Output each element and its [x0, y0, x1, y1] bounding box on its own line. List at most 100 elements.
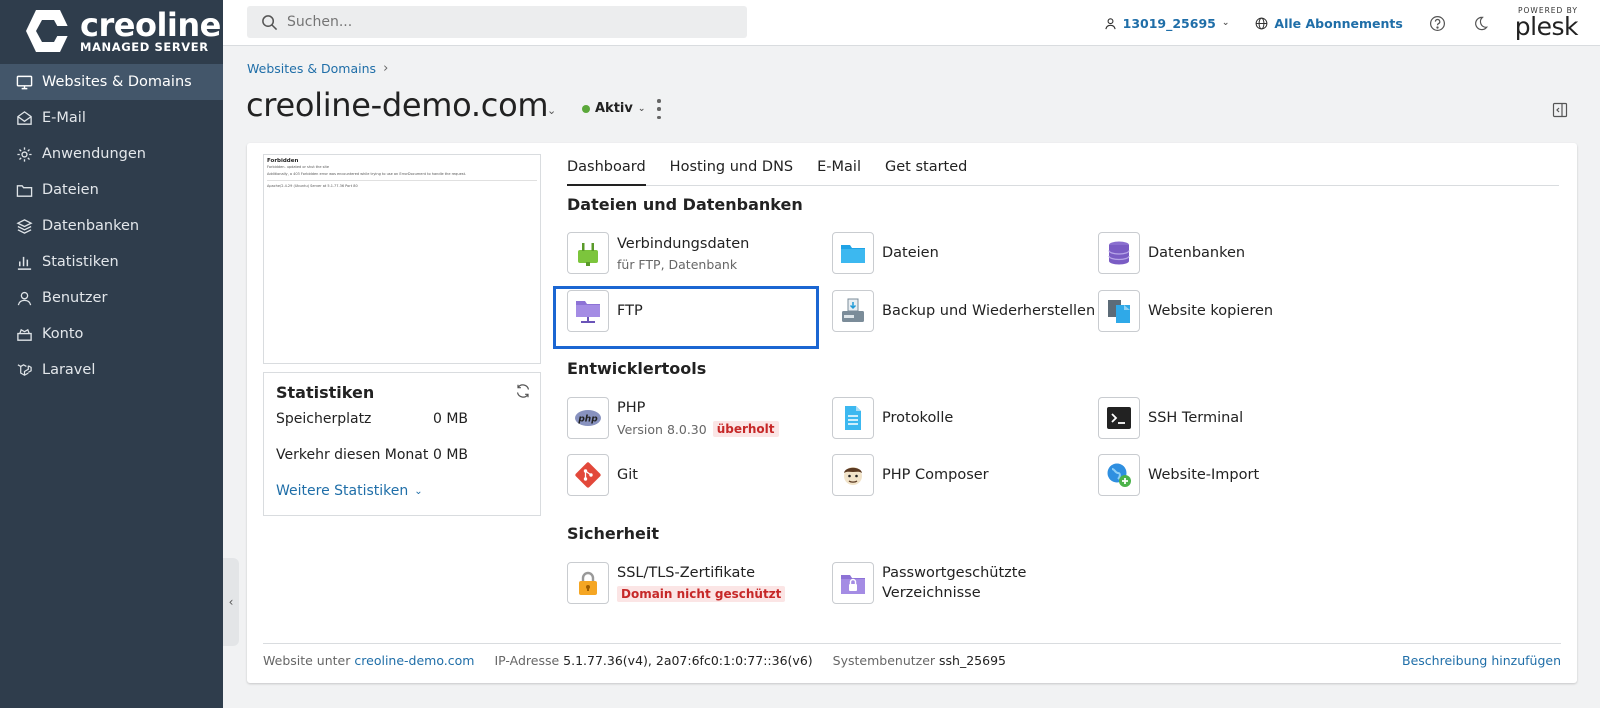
tool-protokolle[interactable]: Protokolle [832, 397, 953, 439]
tool-ssl-tls[interactable]: SSL/TLS-Zertifikate Domain nicht geschüt… [567, 562, 786, 604]
ip-value: 5.1.77.36(v4), 2a07:6fc0:1:0:77::36(v6) [563, 653, 813, 668]
tool-name: Datenbanken [1148, 244, 1246, 261]
tool-icon-box [832, 562, 874, 604]
more-actions-button[interactable] [654, 99, 664, 119]
sysuser-label: Systembenutzer [832, 653, 936, 668]
tool-name: Passwortgeschützte [882, 564, 1027, 581]
tool-datenbanken[interactable]: Datenbanken [1098, 232, 1245, 274]
card-footer: Website unter creoline-demo.com IP-Adres… [263, 643, 1561, 668]
sidebar-item-anwendungen[interactable]: Anwendungen [0, 136, 223, 172]
stat-label: Speicherplatz [276, 411, 372, 427]
stats-panel: Statistiken Speicherplatz 0 MB Verkehr d… [263, 372, 541, 516]
tab-bar: Dashboard Hosting und DNS E-Mail Get sta… [567, 156, 1559, 186]
search-box[interactable] [247, 6, 747, 38]
tool-name: Verbindungsdaten [617, 235, 750, 252]
tool-name: Website kopieren [1148, 302, 1274, 319]
tool-name: SSH Terminal [1148, 409, 1244, 426]
sidebar-item-email[interactable]: E-Mail [0, 100, 223, 136]
tool-php[interactable]: php PHP Version 8.0.30 überholt [567, 397, 779, 439]
tool-ssh-terminal[interactable]: SSH Terminal [1098, 397, 1243, 439]
stat-row: Verkehr diesen Monat 0 MB [276, 447, 528, 483]
tool-name: Website-Import [1148, 466, 1260, 483]
import-icon [1107, 463, 1131, 487]
tool-name: SSL/TLS-Zertifikate [617, 565, 756, 581]
sidebar-item-dateien[interactable]: Dateien [0, 172, 223, 208]
tool-password-protected-dirs[interactable]: Passwortgeschützte Verzeichnisse [832, 562, 1026, 604]
sidebar-collapse-button[interactable]: ‹ [223, 558, 239, 646]
tool-verbindungsdaten[interactable]: Verbindungsdaten für FTP, Datenbank [567, 232, 749, 274]
sidebar-item-benutzer[interactable]: Benutzer [0, 280, 223, 316]
status-dropdown[interactable]: Aktiv ⌄ [582, 101, 645, 116]
chevron-right-icon: › [383, 61, 389, 76]
sidebar-item-label: Benutzer [42, 290, 108, 306]
monitor-icon [16, 75, 33, 89]
sidebar: creoline MANAGED SERVER Websites & Domai… [0, 0, 223, 708]
sidebar-item-label: Dateien [42, 182, 99, 198]
stat-value: 0 MB [433, 411, 469, 427]
domain-switcher-chevron-icon[interactable]: ⌄ [547, 104, 556, 117]
add-description-link[interactable]: Beschreibung hinzufügen [1402, 653, 1561, 668]
panel-toggle-icon[interactable] [1552, 102, 1568, 118]
tool-website-kopieren[interactable]: Website kopieren [1098, 290, 1273, 332]
tool-icon-box [832, 232, 874, 274]
sidebar-item-label: Anwendungen [42, 146, 146, 162]
website-label: Website unter [263, 653, 351, 668]
tab-dashboard[interactable]: Dashboard [567, 156, 646, 186]
chevron-down-icon: ⌄ [414, 485, 423, 497]
sidebar-item-websites-domains[interactable]: Websites & Domains [0, 64, 223, 100]
creoline-logo-icon [26, 10, 72, 52]
refresh-icon[interactable] [515, 383, 531, 399]
stat-value: 0 MB [433, 447, 469, 463]
tool-icon-box [1098, 290, 1140, 332]
tool-subtitle: für FTP, Datenbank [617, 256, 738, 272]
lock-icon [579, 571, 597, 595]
website-link[interactable]: creoline-demo.com [354, 653, 474, 668]
more-stats-link[interactable]: Weitere Statistiken ⌄ [276, 483, 528, 499]
sidebar-item-laravel[interactable]: Laravel [0, 352, 223, 388]
sidebar-nav: Websites & Domains E-Mail Anwendungen Da… [0, 64, 223, 388]
page-title: creoline-demo.com [246, 86, 549, 124]
sidebar-item-label: Laravel [42, 362, 96, 378]
domain-card: Forbidden Forbidden. updated or shut the… [247, 143, 1577, 683]
tool-git[interactable]: Git [567, 454, 638, 496]
website-preview[interactable]: Forbidden Forbidden. updated or shut the… [263, 154, 541, 364]
bar-chart-icon [17, 256, 32, 270]
user-menu[interactable]: 13019_25695 ⌄ [1104, 16, 1230, 31]
subscriptions-menu[interactable]: Alle Abonnements [1255, 16, 1403, 31]
sidebar-item-konto[interactable]: Konto [0, 316, 223, 352]
tool-name: PHP [617, 400, 646, 416]
plesk-logo: POWERED BY plesk [1515, 7, 1579, 39]
database-icon [16, 218, 33, 234]
creoline-logo[interactable]: creoline MANAGED SERVER [0, 0, 223, 62]
tool-name: PHP Composer [882, 466, 989, 483]
tool-icon-box [1098, 454, 1140, 496]
stat-label: Verkehr diesen Monat [276, 447, 429, 463]
search-input[interactable] [287, 14, 707, 30]
user-icon [17, 291, 32, 305]
mail-icon [17, 110, 32, 125]
breadcrumb-link[interactable]: Websites & Domains [247, 61, 376, 76]
stat-row: Speicherplatz 0 MB [276, 411, 528, 447]
tool-website-import[interactable]: Website-Import [1098, 454, 1259, 496]
outdated-badge: überholt [712, 421, 779, 437]
tool-name-line2: Verzeichnisse [882, 584, 981, 601]
chevron-down-icon: ⌄ [1221, 18, 1230, 28]
tool-php-composer[interactable]: PHP Composer [832, 454, 989, 496]
dark-mode-icon[interactable] [1472, 15, 1489, 32]
tool-icon-box [832, 290, 874, 332]
help-icon[interactable] [1429, 15, 1446, 32]
sidebar-item-datenbanken[interactable]: Datenbanken [0, 208, 223, 244]
tab-get-started[interactable]: Get started [885, 156, 967, 186]
composer-icon [844, 467, 862, 485]
php-version: Version 8.0.30 [617, 421, 707, 437]
log-icon [845, 406, 861, 430]
tab-email[interactable]: E-Mail [817, 156, 861, 186]
preview-line: Forbidden. updated or shut the site [267, 165, 329, 169]
sidebar-item-statistiken[interactable]: Statistiken [0, 244, 223, 280]
tool-icon-box [1098, 232, 1140, 274]
tab-hosting-dns[interactable]: Hosting und DNS [670, 156, 793, 186]
tool-backup[interactable]: Backup und Wiederherstellen [832, 290, 1095, 332]
php-icon: php [575, 410, 601, 426]
ip-label: IP-Adresse [494, 653, 560, 668]
tool-dateien[interactable]: Dateien [832, 232, 939, 274]
